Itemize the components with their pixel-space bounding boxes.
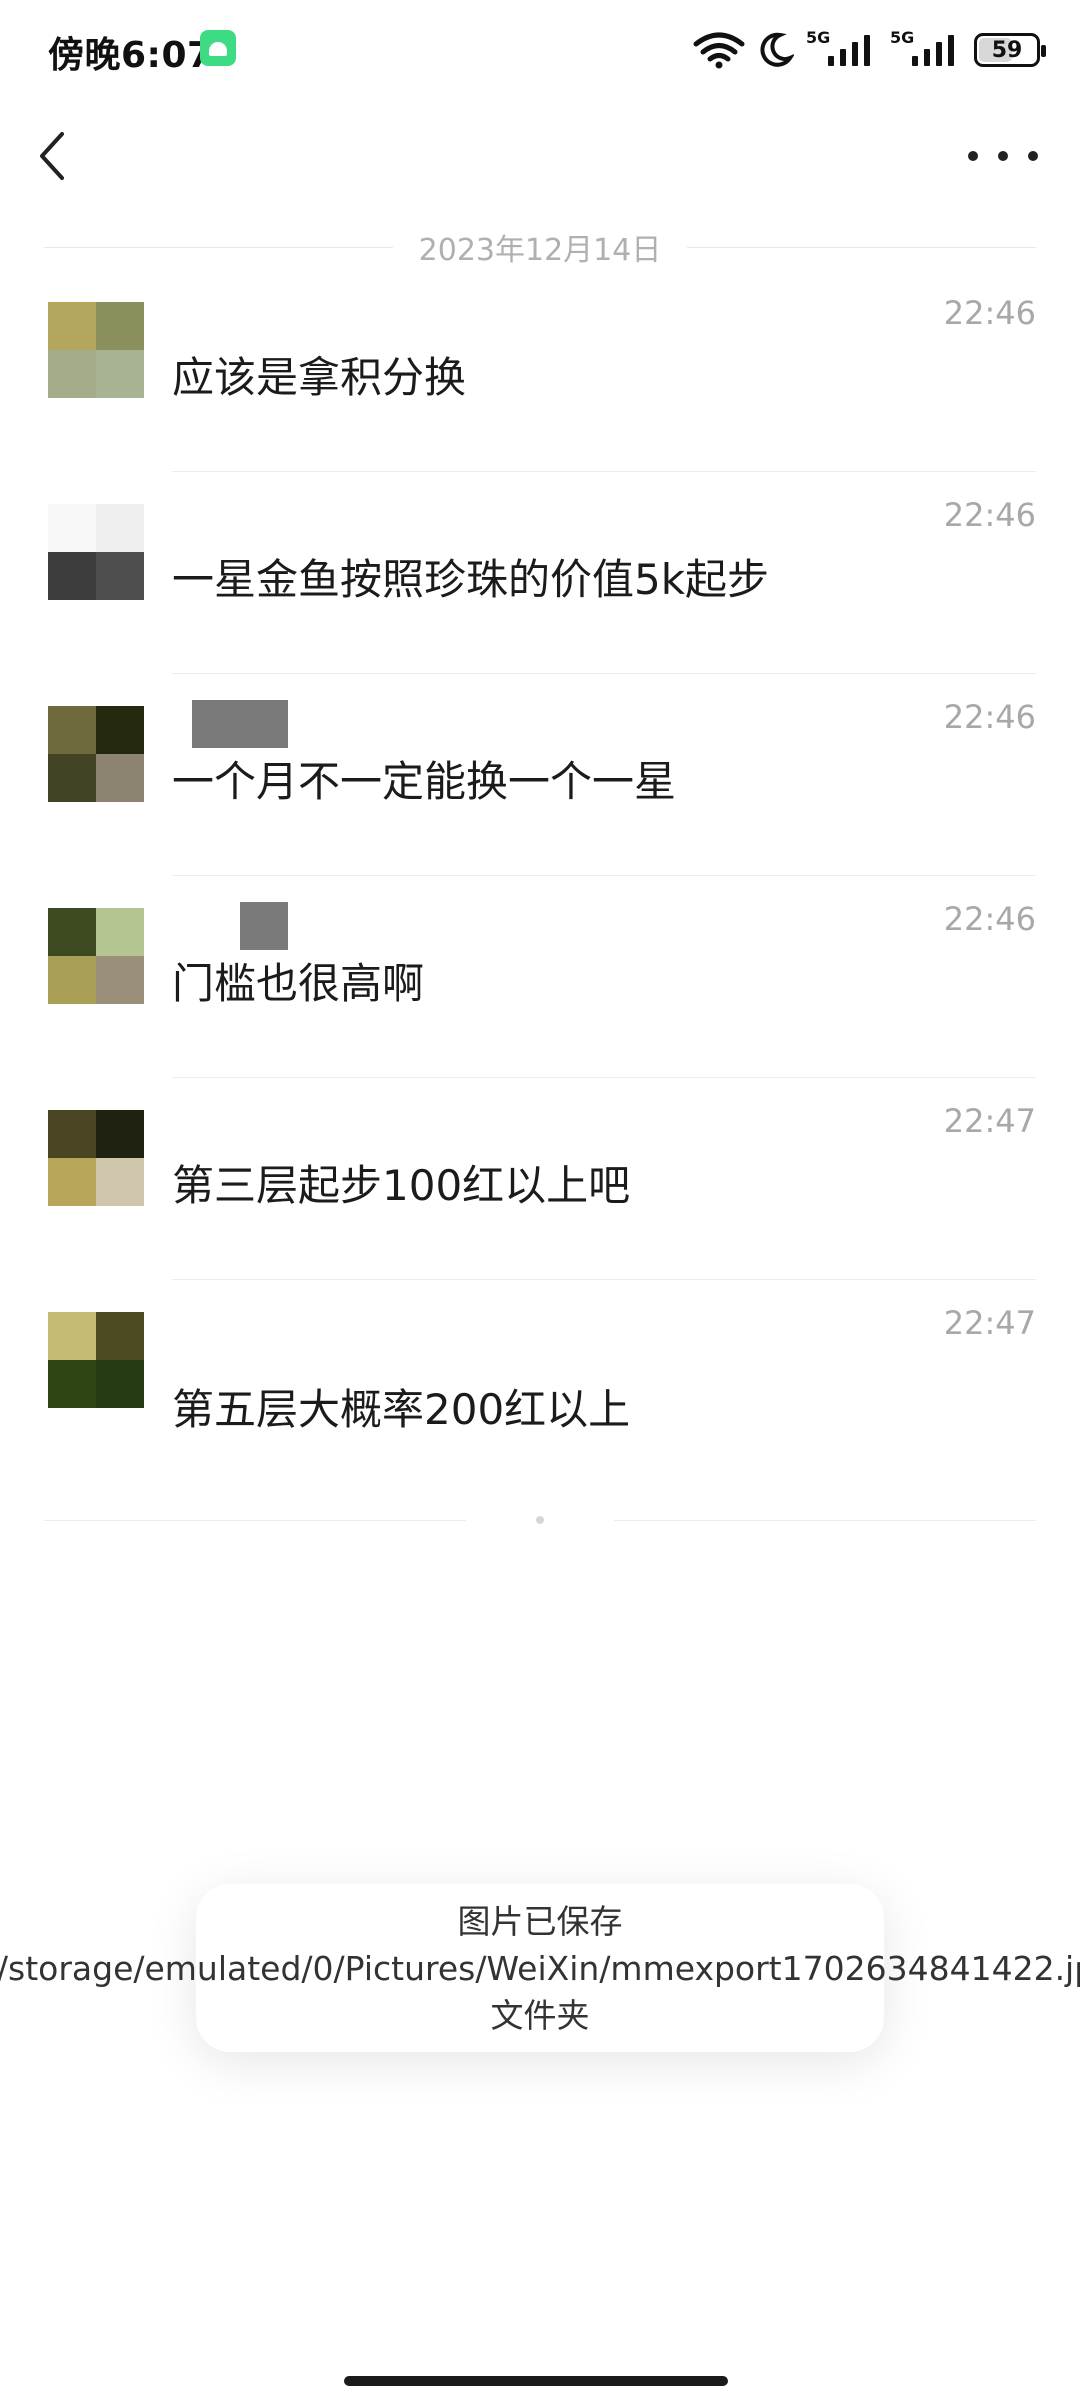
dot-icon: [536, 1516, 544, 1524]
toast-notification: 图片已保存至/storage/emulated/0/Pictures/WeiXi…: [0, 1884, 1080, 2052]
avatar-tile: [48, 706, 96, 754]
status-icons: 5G 5G 59: [692, 28, 1046, 72]
message-item[interactable]: 22:46 一星金鱼按照珍珠的价值5k起步: [0, 472, 1080, 674]
more-dot-icon: [998, 151, 1008, 161]
message-text: 应该是拿积分换: [172, 353, 467, 402]
avatar-tile: [48, 1110, 96, 1158]
chat-record-page: 傍晚6:07 5G 5G 59 2023年12月14日 22:46 应该是拿积分…: [0, 0, 1080, 2401]
avatar-tile: [48, 956, 96, 1004]
more-options-button[interactable]: [968, 138, 1038, 174]
sender-name-redacted: [174, 700, 314, 748]
avatar-tile: [48, 552, 96, 600]
sender-name-redacted: [174, 902, 314, 950]
avatar-tile: [96, 1158, 144, 1206]
avatar-tile: [96, 504, 144, 552]
back-button[interactable]: [30, 126, 80, 186]
avatar-tile: [48, 1312, 96, 1360]
end-of-list-separator: [44, 1510, 1036, 1530]
avatar-tile: [96, 1360, 144, 1408]
avatar[interactable]: [48, 504, 144, 600]
toast-text: 图片已保存至/storage/emulated/0/Pictures/WeiXi…: [0, 1901, 1080, 2035]
message-item[interactable]: 22:47 第三层起步100红以上吧: [0, 1078, 1080, 1280]
network-type-1: 5G: [806, 28, 831, 47]
message-text: 第五层大概率200红以上: [172, 1385, 631, 1434]
avatar-tile: [48, 504, 96, 552]
avatar[interactable]: [48, 1312, 144, 1408]
battery-icon: 59: [974, 33, 1046, 67]
message-item[interactable]: 22:46 一个月不一定能换一个一星: [0, 674, 1080, 876]
android-icon: [200, 30, 236, 66]
signal-2-icon: 5G: [890, 28, 962, 70]
message-item[interactable]: 22:46 应该是拿积分换: [0, 270, 1080, 472]
status-bar: 傍晚6:07 5G 5G 59: [0, 0, 1080, 100]
avatar-tile: [96, 754, 144, 802]
avatar-tile: [96, 1110, 144, 1158]
message-time: 22:46: [943, 698, 1036, 736]
signal-1-icon: 5G: [806, 28, 878, 70]
message-text: 一星金鱼按照珍珠的价值5k起步: [172, 555, 770, 604]
moon-icon: [760, 32, 794, 67]
avatar-tile: [48, 302, 96, 350]
avatar-tile: [96, 302, 144, 350]
message-text: 第三层起步100红以上吧: [172, 1161, 631, 1210]
avatar-tile: [96, 706, 144, 754]
message-text: 一个月不一定能换一个一星: [172, 757, 677, 806]
status-time: 傍晚6:07: [48, 35, 213, 76]
message-time: 22:47: [943, 1102, 1036, 1140]
more-dot-icon: [968, 151, 978, 161]
chevron-left-icon: [40, 132, 64, 180]
message-item[interactable]: 22:46 门槛也很高啊: [0, 876, 1080, 1078]
avatar-tile: [96, 956, 144, 1004]
network-type-2: 5G: [890, 28, 915, 47]
message-time: 22:47: [943, 1304, 1036, 1342]
avatar-tile: [48, 350, 96, 398]
divider: [44, 246, 393, 248]
more-dot-icon: [1028, 151, 1038, 161]
message-item[interactable]: 22:47 第五层大概率200红以上: [0, 1280, 1080, 1482]
home-indicator[interactable]: [344, 2376, 728, 2386]
message-text: 门槛也很高啊: [172, 959, 425, 1008]
avatar[interactable]: [48, 302, 144, 398]
avatar-tile: [96, 552, 144, 600]
avatar[interactable]: [48, 1110, 144, 1206]
wifi-icon: [693, 32, 745, 69]
avatar-tile: [96, 908, 144, 956]
divider: [687, 246, 1037, 248]
date-separator: 2023年12月14日: [44, 222, 1037, 272]
divider: [614, 1519, 1036, 1521]
avatar-tile: [48, 1158, 96, 1206]
date-label: 2023年12月14日: [418, 233, 662, 268]
avatar[interactable]: [48, 908, 144, 1004]
battery-level: 59: [991, 37, 1023, 63]
message-time: 22:46: [943, 496, 1036, 534]
avatar[interactable]: [48, 706, 144, 802]
message-time: 22:46: [943, 900, 1036, 938]
divider: [44, 1519, 466, 1521]
avatar-tile: [96, 350, 144, 398]
avatar-tile: [48, 1360, 96, 1408]
avatar-tile: [48, 908, 96, 956]
avatar-tile: [48, 754, 96, 802]
message-time: 22:46: [943, 294, 1036, 332]
avatar-tile: [96, 1312, 144, 1360]
